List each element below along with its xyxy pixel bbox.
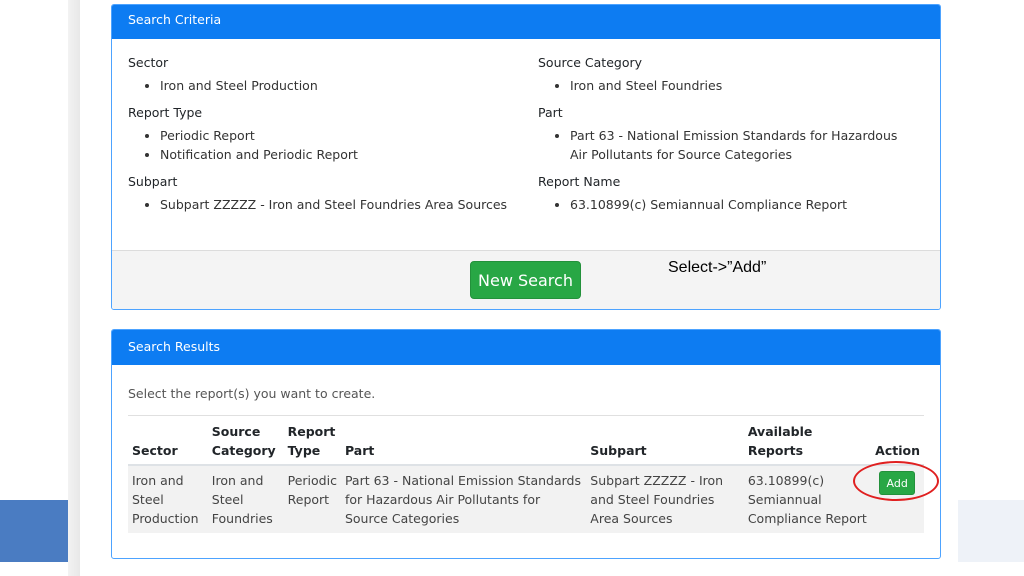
cell-report-type: Periodic Report [283, 465, 341, 533]
criteria-subpart-label: Subpart [128, 174, 178, 189]
column-header-sector: Sector [128, 418, 208, 466]
new-search-button[interactable]: New Search [470, 261, 581, 299]
criteria-part-item: Part 63 - National Emission Standards fo… [570, 126, 900, 164]
criteria-report-type-item: Notification and Periodic Report [160, 145, 528, 164]
cell-subpart: Subpart ZZZZZ - Iron and Steel Foundries… [586, 465, 744, 533]
criteria-source-category-item: Iron and Steel Foundries [570, 76, 938, 95]
slide-decoration-block [0, 500, 68, 562]
table-row: Iron and Steel Production Iron and Steel… [128, 465, 924, 533]
column-header-source-category: Source Category [207, 418, 284, 466]
results-table: Sector Source Category Report Type Part … [128, 418, 924, 533]
criteria-subpart-item: Subpart ZZZZZ - Iron and Steel Foundries… [160, 195, 528, 214]
criteria-left-column: Sector Iron and Steel Production Report … [128, 55, 528, 224]
criteria-part-label: Part [538, 105, 563, 120]
criteria-source-category: Source Category Iron and Steel Foundries [538, 55, 938, 95]
criteria-report-type-item: Periodic Report [160, 126, 528, 145]
criteria-report-name-label: Report Name [538, 174, 621, 189]
column-header-part: Part [340, 418, 587, 466]
criteria-report-type: Report Type Periodic Report Notification… [128, 105, 528, 164]
search-results-header: Search Results [112, 330, 940, 365]
column-header-action: Action [871, 418, 924, 466]
search-criteria-card: Search Criteria Sector Iron and Steel Pr… [111, 4, 941, 310]
criteria-sector-item: Iron and Steel Production [160, 76, 528, 95]
criteria-subpart: Subpart Subpart ZZZZZ - Iron and Steel F… [128, 174, 528, 214]
slide-decoration-block-right [958, 500, 1024, 562]
cell-available-reports: 63.10899(c) Semiannual Compliance Report [743, 465, 872, 533]
column-header-available-reports: Available Reports [743, 418, 872, 466]
criteria-report-name: Report Name 63.10899(c) Semiannual Compl… [538, 174, 938, 214]
page-left-edge [68, 0, 80, 576]
cell-source-category: Iron and Steel Foundries [207, 465, 284, 533]
column-header-subpart: Subpart [586, 418, 744, 466]
criteria-report-name-item: 63.10899(c) Semiannual Compliance Report [570, 195, 938, 214]
criteria-sector-label: Sector [128, 55, 169, 70]
highlight-circle [853, 461, 939, 501]
search-results-card: Search Results Select the report(s) you … [111, 329, 941, 559]
criteria-part: Part Part 63 - National Emission Standar… [538, 105, 938, 164]
criteria-report-type-label: Report Type [128, 105, 203, 120]
cell-part: Part 63 - National Emission Standards fo… [340, 465, 587, 533]
column-header-report-type: Report Type [283, 418, 341, 466]
search-criteria-footer: New Search [112, 250, 940, 309]
instruction-annotation: Select->”Add” [668, 259, 767, 276]
table-header-row: Sector Source Category Report Type Part … [128, 418, 924, 466]
cell-sector: Iron and Steel Production [128, 465, 208, 533]
divider [128, 415, 924, 416]
criteria-source-category-label: Source Category [538, 55, 643, 70]
search-criteria-header: Search Criteria [112, 5, 940, 39]
criteria-sector: Sector Iron and Steel Production [128, 55, 528, 95]
criteria-right-column: Source Category Iron and Steel Foundries… [538, 55, 938, 224]
results-instruction: Select the report(s) you want to create. [128, 386, 376, 401]
